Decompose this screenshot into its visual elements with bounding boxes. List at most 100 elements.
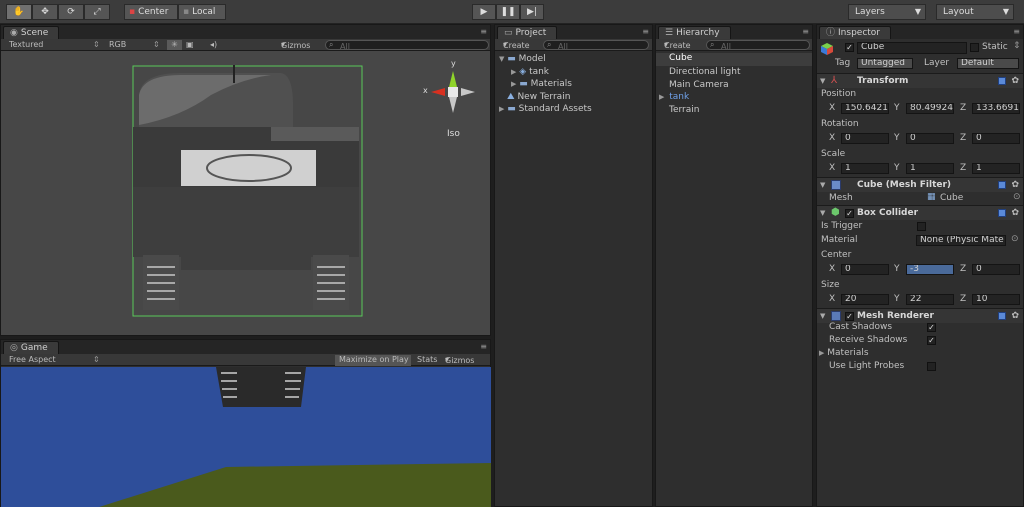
tab-hierarchy[interactable]: ☰ Hierarchy [658,26,731,39]
scale-z-field[interactable]: 1 [972,163,1020,174]
materials-label: Materials [827,348,869,358]
rotation-label: Rotation [821,119,859,129]
size-y-field[interactable]: 22 [906,294,954,305]
aspect-dropdown[interactable]: Free Aspect [9,355,56,364]
layers-label: Layers [855,7,885,17]
panel-menu-icon[interactable]: ≡ [480,27,487,36]
lighting-toggle-icon[interactable]: ✳ [167,40,182,50]
panel-menu-icon[interactable]: ≡ [642,27,649,36]
gizmos-dropdown[interactable]: Gizmos ▾ [281,40,310,50]
projection-label[interactable]: Iso [447,129,460,139]
tab-inspector[interactable]: ⓘ Inspector [819,26,891,39]
layout-dropdown[interactable]: Layout ▼ [936,4,1014,20]
hierarchy-item-cube[interactable]: Cube [656,53,812,66]
project-search-input[interactable]: ⌕ All [543,40,649,51]
rotation-z-field[interactable]: 0 [972,133,1020,144]
position-z-field[interactable]: 133.6691 [972,103,1020,114]
cast-shadows-checkbox[interactable]: ✓ [927,323,936,332]
box-collider-header[interactable]: ▼ ⬢ ✓ Box Collider ✿ [817,205,1023,220]
project-create-dropdown[interactable]: Create ▾ [503,40,530,50]
light-probes-checkbox[interactable] [927,362,936,371]
pivot-center-button[interactable]: ▪ Center [124,4,178,20]
rotate-tool-icon[interactable]: ⟳ [58,4,84,20]
hierarchy-create-dropdown[interactable]: Create ▾ [664,40,691,50]
game-viewport[interactable] [1,367,491,507]
hierarchy-search-input[interactable]: ⌕ All [706,40,810,51]
project-item-label: Materials [530,79,572,89]
gear-icon[interactable]: ✿ [1011,311,1019,321]
gear-icon[interactable]: ✿ [1011,76,1019,86]
help-icon[interactable] [998,181,1006,189]
mesh-renderer-header[interactable]: ▼ ✓ Mesh Renderer ✿ [817,308,1023,323]
layers-dropdown[interactable]: Layers ▼ [848,4,926,20]
tab-game[interactable]: ◎ Game [3,341,59,354]
position-x-field[interactable]: 150.6421 [841,103,889,114]
material-field[interactable]: None (Physic Mate [916,235,1006,246]
scale-y-field[interactable]: 1 [906,163,954,174]
object-picker-icon[interactable]: ⊙ [1013,192,1021,202]
help-icon[interactable] [998,209,1006,217]
game-gizmos-dropdown[interactable]: Gizmos ▾ [445,355,474,365]
image-toggle-icon[interactable]: ▣ [186,40,194,49]
hierarchy-item-directional-light[interactable]: Directional light [669,67,740,77]
pivot-local-button[interactable]: ▪ Local [178,4,226,20]
move-tool-icon[interactable]: ✥ [32,4,58,20]
pause-button[interactable]: ❚❚ [496,4,520,20]
is-trigger-checkbox[interactable] [917,222,926,231]
mesh-filter-header[interactable]: ▼ Cube (Mesh Filter) ✿ [817,177,1023,192]
hierarchy-item-main-camera[interactable]: Main Camera [669,80,729,90]
materials-foldout[interactable]: ▶ Materials [819,348,869,358]
mesh-value[interactable]: Cube [940,193,963,203]
size-x-field[interactable]: 20 [841,294,889,305]
panel-menu-icon[interactable]: ≡ [480,342,487,351]
help-icon[interactable] [998,312,1006,320]
position-y-field[interactable]: 80.49924 [906,103,954,114]
rotation-x-field[interactable]: 0 [841,133,889,144]
project-item-new-terrain[interactable]: ⛰ New Terrain [507,92,570,102]
static-checkbox[interactable] [970,43,979,52]
box-collider-enabled-checkbox[interactable]: ✓ [845,209,854,218]
rotation-y-field[interactable]: 0 [906,133,954,144]
object-name-field[interactable]: Cube [857,42,967,54]
scale-tool-icon[interactable]: ⤢ [84,4,110,20]
panel-menu-icon[interactable]: ≡ [1013,27,1020,36]
tab-project[interactable]: ▭ Project [497,26,558,39]
scene-search-input[interactable]: ⌕ All [325,40,489,51]
chevron-updown-icon[interactable]: ⇕ [1013,41,1021,51]
maximize-on-play-toggle[interactable]: Maximize on Play [335,355,411,366]
help-icon[interactable] [998,77,1006,85]
expand-right-icon: ▶ [659,93,665,101]
scene-viewport[interactable] [121,65,381,335]
project-item-materials[interactable]: ▶ ▬ Materials [511,79,572,89]
layer-dropdown[interactable]: Default [957,58,1019,69]
mesh-renderer-enabled-checkbox[interactable]: ✓ [845,312,854,321]
project-item-label: tank [529,67,550,77]
stats-toggle[interactable]: Stats [417,355,437,364]
tab-scene[interactable]: ◉ Scene [3,26,60,39]
project-item-tank[interactable]: ▶ ◈ tank [511,67,549,77]
receive-shadows-checkbox[interactable]: ✓ [927,336,936,345]
color-mode-dropdown[interactable]: RGB [109,40,126,49]
gear-icon[interactable]: ✿ [1011,208,1019,218]
hierarchy-item-tank[interactable]: ▶ tank [659,92,689,102]
scene-orientation-gizmo[interactable] [419,65,479,120]
hand-tool-icon[interactable]: ✋ [6,4,32,20]
center-y-field[interactable]: -3 [906,264,954,275]
panel-menu-icon[interactable]: ≡ [802,27,809,36]
tag-dropdown[interactable]: Untagged [857,58,913,69]
project-item-standard-assets[interactable]: ▶ ▬ Standard Assets [499,104,592,114]
play-button[interactable]: ▶ [472,4,496,20]
audio-toggle-icon[interactable]: ◂) [210,40,217,49]
transform-header[interactable]: ▼ ⅄ Transform ✿ [817,73,1023,88]
hierarchy-item-terrain[interactable]: Terrain [669,105,699,115]
project-item-model[interactable]: ▼ ▬ Model [499,54,546,64]
gear-icon[interactable]: ✿ [1011,180,1019,190]
center-x-field[interactable]: 0 [841,264,889,275]
render-mode-dropdown[interactable]: Textured [9,40,43,49]
size-z-field[interactable]: 10 [972,294,1020,305]
active-checkbox[interactable]: ✓ [845,43,854,52]
object-picker-icon[interactable]: ⊙ [1011,234,1019,244]
step-button[interactable]: ▶| [520,4,544,20]
center-z-field[interactable]: 0 [972,264,1020,275]
scale-x-field[interactable]: 1 [841,163,889,174]
